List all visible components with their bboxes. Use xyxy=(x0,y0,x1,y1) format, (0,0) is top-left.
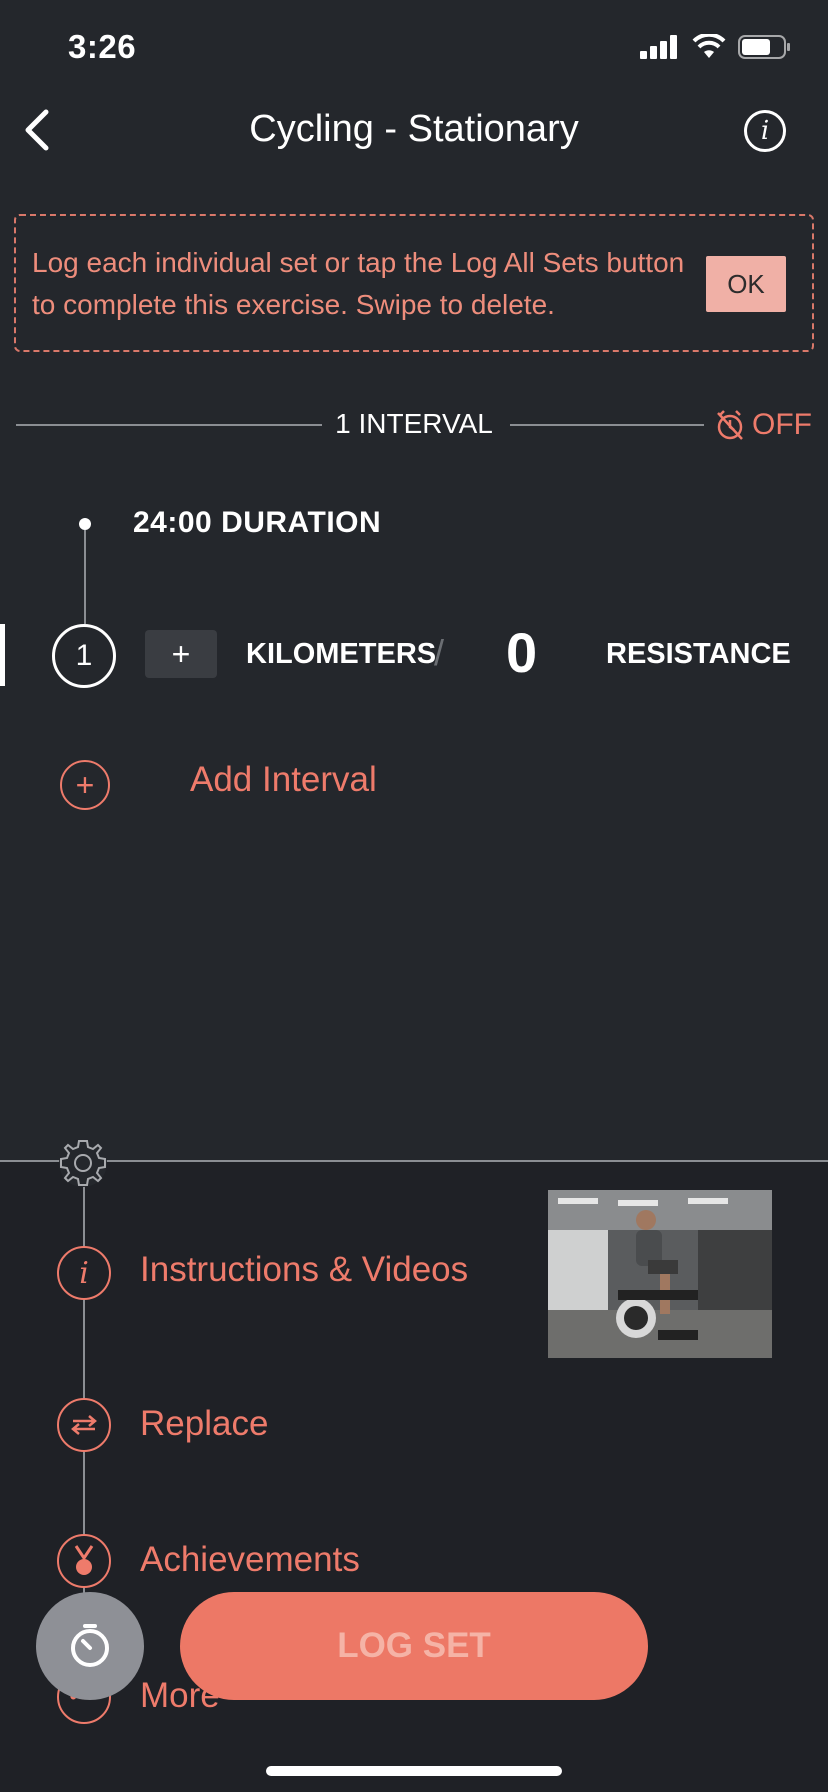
gear-icon xyxy=(59,1139,107,1187)
active-set-indicator xyxy=(0,624,5,686)
menu-item-instructions[interactable]: Instructions & Videos xyxy=(140,1250,468,1290)
achievements-icon-button[interactable] xyxy=(57,1534,111,1588)
home-indicator[interactable] xyxy=(266,1766,562,1776)
stopwatch-icon xyxy=(71,1624,109,1667)
menu-item-achievements[interactable]: Achievements xyxy=(140,1540,360,1580)
rest-timer-button[interactable] xyxy=(36,1592,144,1700)
timer-off-icon xyxy=(717,410,743,440)
divider xyxy=(0,1160,828,1162)
replace-icon-button[interactable] xyxy=(57,1398,111,1452)
timeline-line xyxy=(84,530,86,624)
rest-timer-label: OFF xyxy=(752,408,812,441)
medal-icon xyxy=(74,1545,94,1575)
menu-item-replace[interactable]: Replace xyxy=(140,1404,268,1444)
log-set-button[interactable]: LOG SET xyxy=(180,1592,648,1700)
page-title: Cycling - Stationary xyxy=(249,108,579,150)
add-interval-button[interactable]: Add Interval xyxy=(190,760,377,800)
resistance-value[interactable]: 0 xyxy=(506,620,537,685)
wifi-icon xyxy=(692,34,726,58)
status-time: 3:26 xyxy=(68,28,137,65)
hint-banner-text: Log each individual set or tap the Log A… xyxy=(32,247,685,320)
exercise-video-thumbnail[interactable] xyxy=(548,1190,772,1358)
divider xyxy=(510,424,704,426)
info-icon: i xyxy=(79,1255,89,1291)
signal-icon xyxy=(640,35,677,59)
battery-icon xyxy=(738,35,790,59)
ok-button[interactable]: OK xyxy=(706,256,786,312)
distance-unit-label[interactable]: KILOMETERS xyxy=(246,638,436,671)
add-distance-button[interactable]: + xyxy=(145,630,217,678)
rest-timer-toggle[interactable]: OFF xyxy=(714,408,812,442)
info-icon: i xyxy=(760,116,770,146)
field-separator: / xyxy=(434,632,445,673)
swap-icon xyxy=(71,1415,97,1435)
set-number[interactable]: 1 xyxy=(52,624,116,688)
timeline-dot xyxy=(79,518,91,530)
settings-button[interactable] xyxy=(56,1136,110,1190)
duration-label[interactable]: 24:00 DURATION xyxy=(133,506,381,540)
status-icons xyxy=(640,34,792,60)
resistance-label: RESISTANCE xyxy=(606,638,791,670)
add-interval-icon[interactable]: + xyxy=(60,760,110,810)
instructions-icon-button[interactable]: i xyxy=(57,1246,111,1300)
info-button[interactable]: i xyxy=(744,110,786,152)
